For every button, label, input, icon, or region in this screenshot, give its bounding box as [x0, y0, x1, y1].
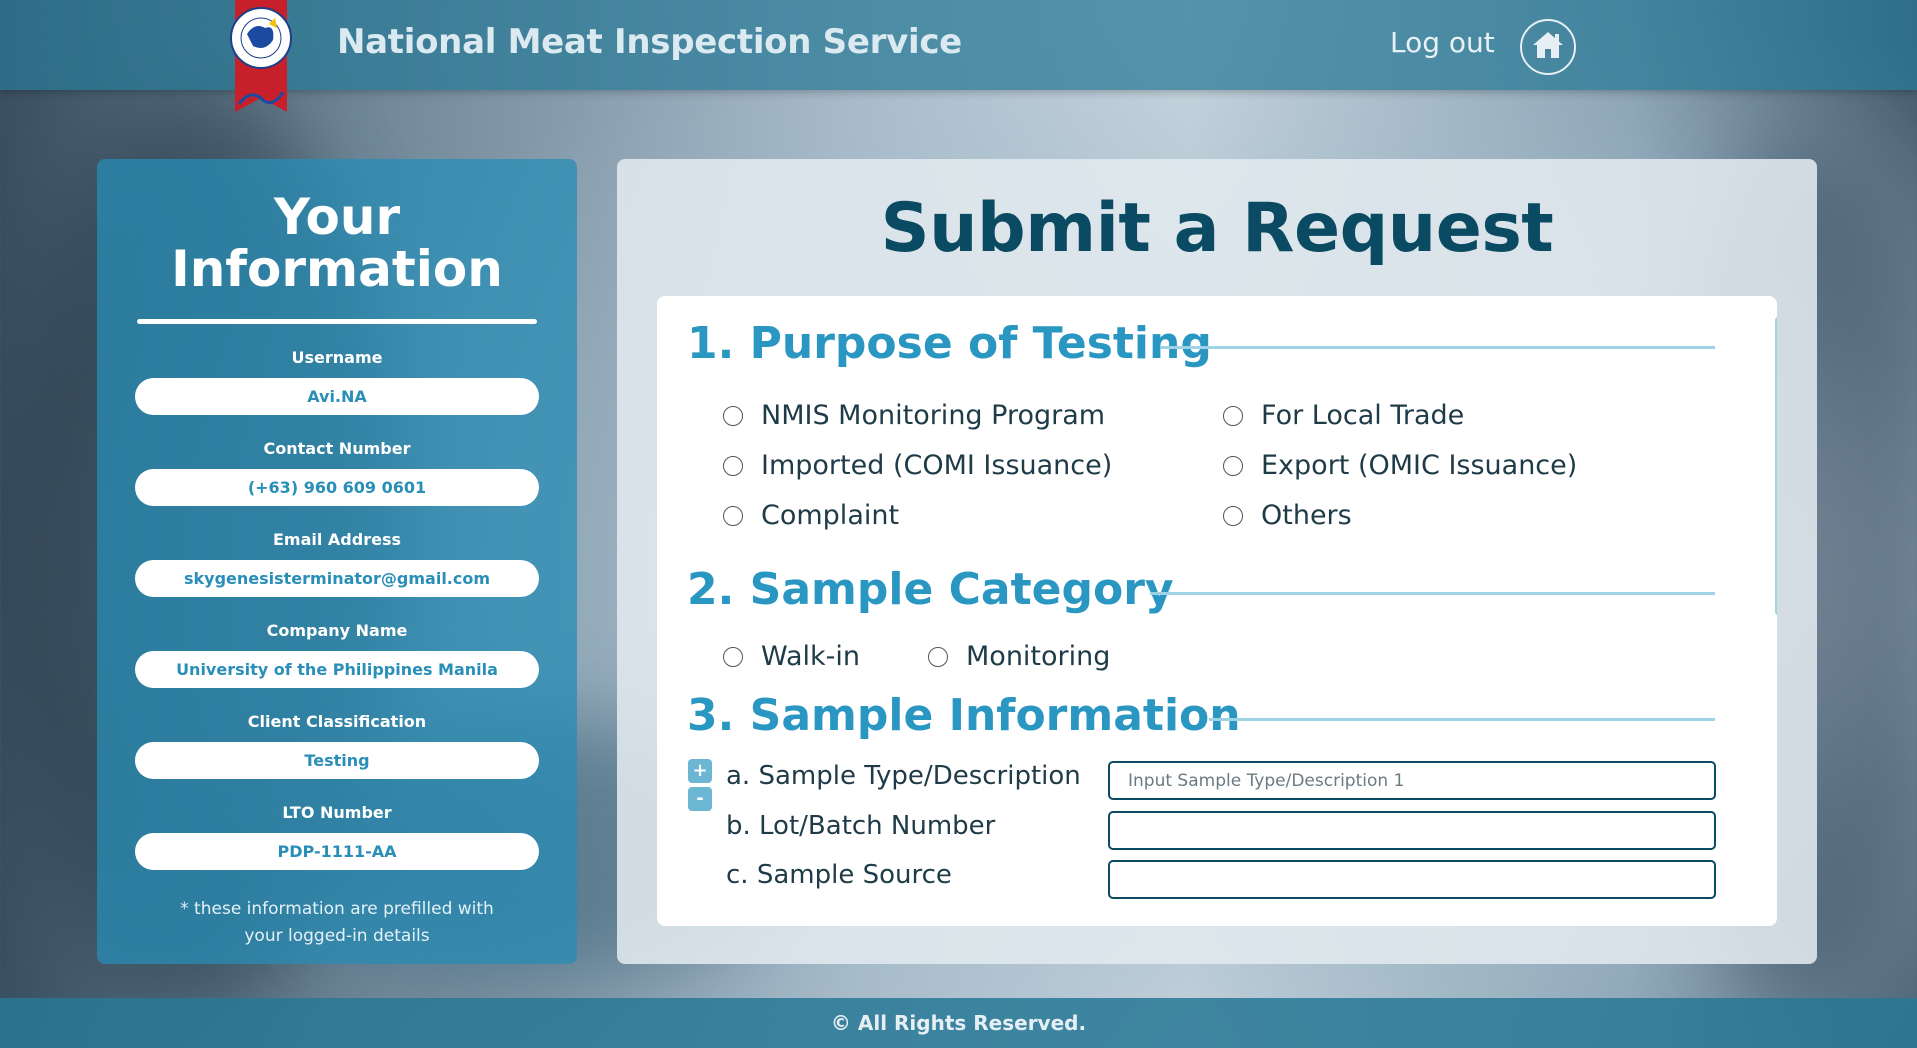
remove-sample-button[interactable]: - — [688, 787, 712, 811]
lot-batch-label: b. Lot/Batch Number — [726, 811, 996, 841]
radio-button[interactable] — [723, 455, 743, 476]
radio-imported[interactable]: Imported (COMI Issuance) — [723, 450, 1112, 481]
submit-request-panel: Submit a Request 1. Purpose of Testing N… — [617, 159, 1817, 964]
sample-source-label: c. Sample Source — [726, 860, 952, 890]
lto-number-label: LTO Number — [282, 803, 392, 822]
logout-link[interactable]: Log out — [1390, 26, 1495, 59]
section-divider — [1150, 592, 1715, 595]
client-classification-field: Testing — [135, 742, 539, 779]
home-icon — [1531, 30, 1565, 64]
radio-label: For Local Trade — [1261, 400, 1465, 431]
radio-export[interactable]: Export (OMIC Issuance) — [1223, 450, 1577, 481]
radio-button[interactable] — [723, 505, 743, 526]
radio-complaint[interactable]: Complaint — [723, 500, 899, 531]
top-navbar: National Meat Inspection Service Log out — [0, 0, 1917, 112]
radio-button[interactable] — [1223, 405, 1243, 426]
info-title: Your Information — [97, 191, 577, 295]
nmis-logo — [229, 0, 293, 118]
radio-button[interactable] — [723, 646, 743, 667]
your-information-panel: Your Information Username Avi.NA Contact… — [97, 159, 577, 964]
section-sample-category-heading: 2. Sample Category — [687, 564, 1174, 615]
radio-label: Complaint — [761, 500, 900, 531]
lto-number-field: PDP-1111-AA — [135, 833, 539, 870]
company-name-label: Company Name — [266, 621, 408, 640]
email-label: Email Address — [272, 530, 401, 549]
lot-batch-input[interactable] — [1108, 811, 1716, 850]
radio-monitoring[interactable]: Monitoring — [928, 641, 1110, 672]
page-title: Submit a Request — [880, 189, 1554, 268]
radio-button[interactable] — [723, 405, 743, 426]
section-divider — [1160, 346, 1715, 349]
radio-others[interactable]: Others — [1223, 500, 1352, 531]
info-divider — [137, 319, 537, 324]
company-name-field: University of the Philippines Manila — [135, 651, 539, 688]
radio-walk-in[interactable]: Walk-in — [723, 641, 860, 672]
radio-local-trade[interactable]: For Local Trade — [1223, 400, 1464, 431]
prefill-note-line1: * these information are prefilled with — [180, 899, 494, 919]
contact-number-field: (+63) 960 609 0601 — [135, 469, 539, 506]
radio-nmis-monitoring[interactable]: NMIS Monitoring Program — [723, 400, 1105, 431]
request-form: 1. Purpose of Testing NMIS Monitoring Pr… — [657, 296, 1777, 926]
home-button[interactable] — [1520, 19, 1576, 75]
radio-label: Walk-in — [761, 641, 861, 672]
sample-type-input[interactable] — [1108, 761, 1716, 800]
section-sample-information-heading: 3. Sample Information — [687, 690, 1241, 741]
radio-label: Export (OMIC Issuance) — [1261, 450, 1578, 481]
radio-label: NMIS Monitoring Program — [761, 400, 1106, 431]
sample-type-label: a. Sample Type/Description — [726, 761, 1081, 791]
form-scrollbar[interactable] — [1775, 316, 1777, 616]
radio-button[interactable] — [928, 646, 948, 667]
email-field: skygenesisterminator@gmail.com — [135, 560, 539, 597]
radio-label: Monitoring — [966, 641, 1111, 672]
info-title-line1: Your — [273, 188, 401, 246]
radio-label: Others — [1261, 500, 1352, 531]
copyright-text: © All Rights Reserved. — [830, 1011, 1087, 1035]
site-title: National Meat Inspection Service — [337, 22, 962, 62]
username-label: Username — [291, 348, 383, 367]
section-divider — [1209, 718, 1715, 721]
radio-label: Imported (COMI Issuance) — [761, 450, 1113, 481]
section-purpose-heading: 1. Purpose of Testing — [687, 318, 1212, 369]
footer: © All Rights Reserved. — [0, 998, 1917, 1048]
client-classification-label: Client Classification — [247, 712, 427, 731]
contact-number-label: Contact Number — [263, 439, 411, 458]
info-title-line2: Information — [171, 240, 503, 298]
sample-source-input[interactable] — [1108, 860, 1716, 899]
prefill-note: * these information are prefilled with y… — [97, 896, 577, 950]
username-field: Avi.NA — [135, 378, 539, 415]
prefill-note-line2: your logged-in details — [244, 926, 430, 946]
radio-button[interactable] — [1223, 505, 1243, 526]
add-sample-button[interactable]: + — [688, 759, 712, 783]
radio-button[interactable] — [1223, 455, 1243, 476]
